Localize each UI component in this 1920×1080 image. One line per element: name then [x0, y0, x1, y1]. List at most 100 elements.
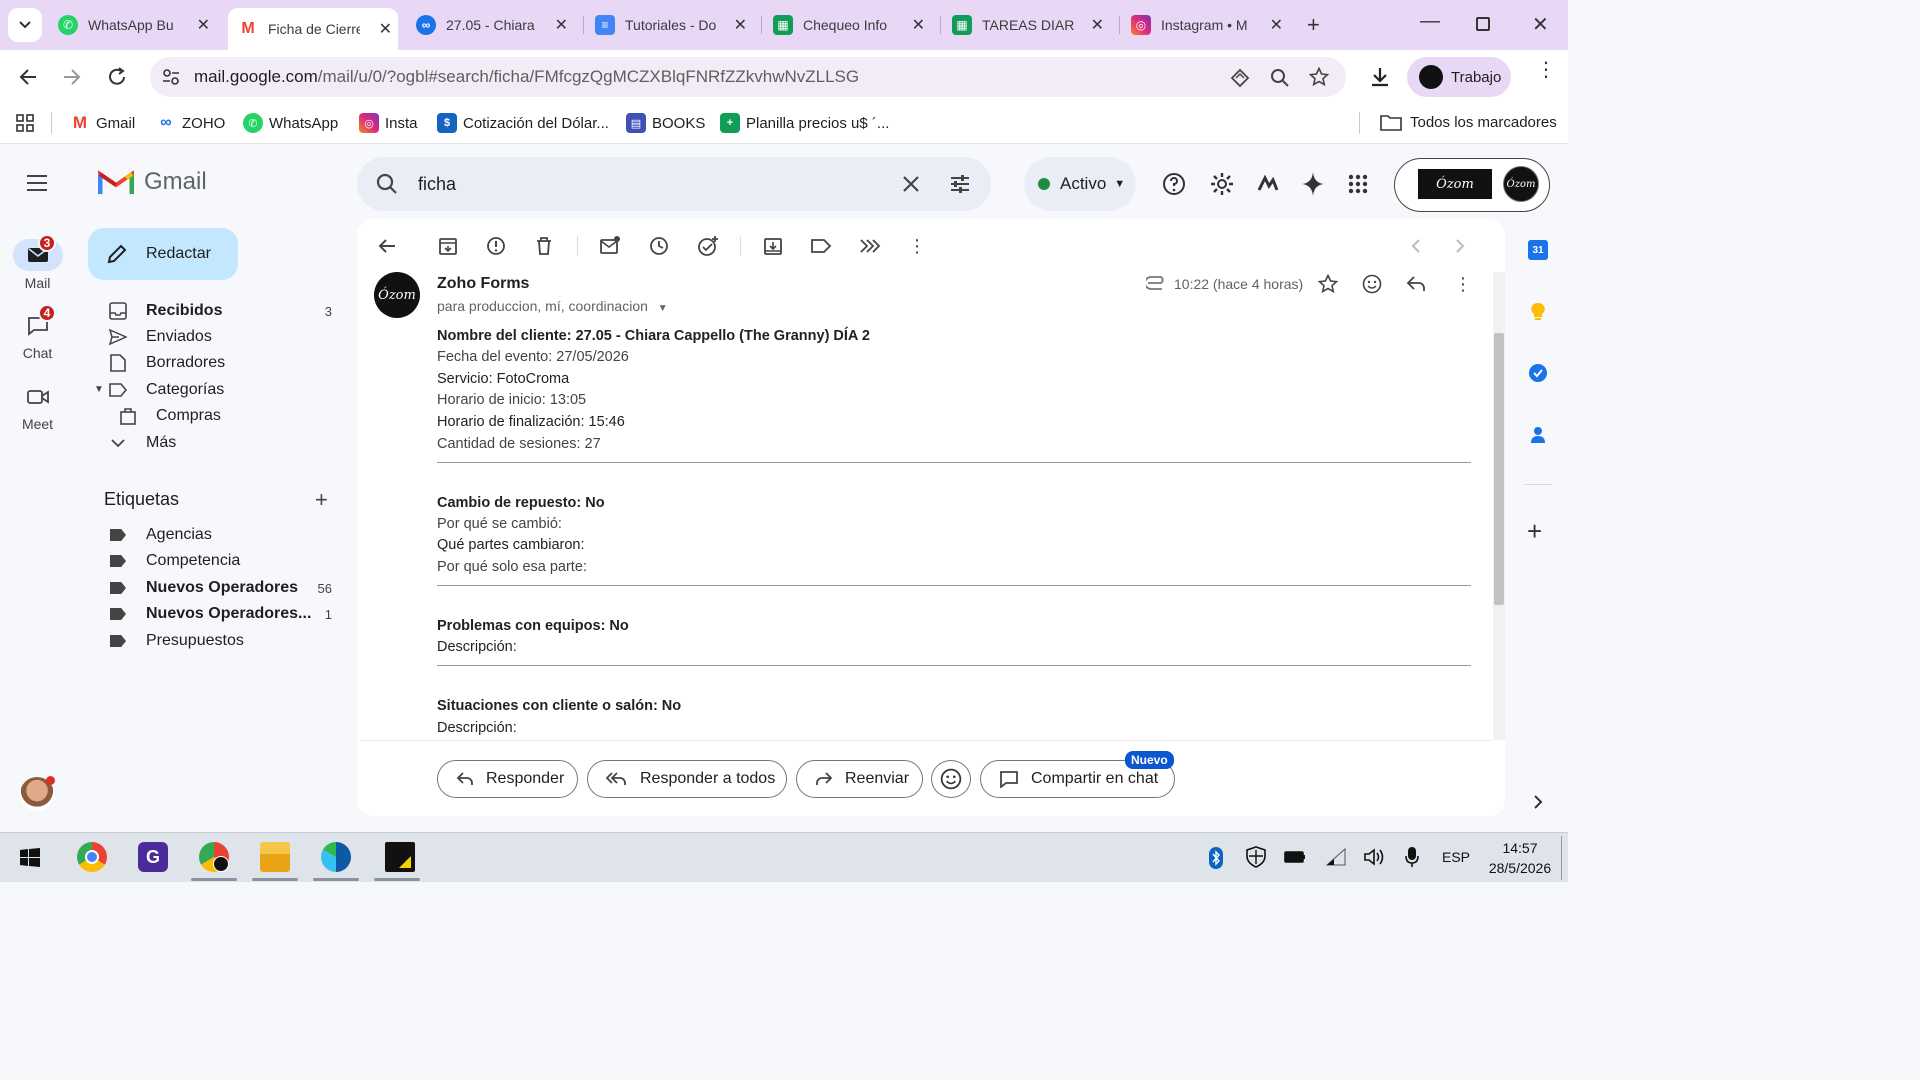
url-text[interactable]: mail.google.com/mail/u/0/?ogbl#search/fi… [194, 67, 859, 87]
reply-all-button[interactable]: Responder a todos [587, 760, 787, 798]
all-bookmarks-button[interactable]: Todos los marcadores [1380, 113, 1557, 131]
clear-search-icon[interactable] [902, 175, 920, 193]
close-window-button[interactable]: ✕ [1532, 12, 1549, 37]
minimize-button[interactable]: — [1420, 10, 1440, 33]
bookmark-zoho[interactable]: ∞ ZOHO [156, 113, 225, 133]
chevron-right-icon[interactable] [1453, 238, 1467, 254]
show-desktop-edge[interactable] [1561, 836, 1562, 880]
help-icon[interactable] [1162, 172, 1186, 196]
reply-icon[interactable] [1406, 275, 1426, 293]
forward-button[interactable]: Reenviar [796, 760, 923, 798]
keep-icon[interactable] [1528, 302, 1548, 322]
edge-icon[interactable] [321, 842, 351, 872]
bookmark-planilla[interactable]: + Planilla precios u$ ´... [720, 113, 889, 133]
search-input[interactable]: ficha [418, 174, 456, 195]
reload-icon[interactable] [106, 66, 128, 88]
nav-inbox[interactable]: Recibidos 3 [108, 302, 336, 320]
addons-icon[interactable] [1256, 172, 1280, 196]
battery-icon[interactable] [1284, 850, 1306, 864]
caret-down-icon[interactable]: ▼ [658, 303, 668, 314]
add-addon-icon[interactable]: + [1527, 518, 1542, 544]
profile-button[interactable]: Trabajo [1407, 57, 1511, 97]
label-nuevos-operadores[interactable]: Nuevos Operadores 56 [108, 579, 336, 597]
nav-drafts[interactable]: Borradores [108, 354, 336, 372]
tab-search-button[interactable] [8, 8, 42, 42]
snooze-clock-icon[interactable] [648, 235, 670, 257]
bookmark-cotizacion[interactable]: $ Cotización del Dólar... [437, 113, 609, 133]
meet-icon[interactable] [27, 388, 49, 406]
label-nuevos-operadores-2[interactable]: Nuevos Operadores... 1 [108, 605, 336, 623]
windows-start-icon[interactable] [19, 847, 41, 869]
security-shield-icon[interactable] [1245, 846, 1267, 868]
gemini-sparkle-icon[interactable] [1301, 171, 1325, 197]
filter-messages-icon[interactable] [859, 235, 881, 257]
contacts-icon[interactable] [1528, 425, 1548, 445]
volume-icon[interactable] [1363, 847, 1385, 867]
tasks-icon[interactable] [1528, 363, 1548, 383]
status-button[interactable]: Activo ▼ [1024, 157, 1136, 211]
trash-icon[interactable] [533, 235, 555, 257]
close-icon[interactable]: ✕ [197, 15, 210, 35]
bookmark-whatsapp[interactable]: ✆ WhatsApp [243, 113, 338, 133]
close-icon[interactable]: ✕ [1091, 15, 1104, 35]
sender-avatar[interactable]: Ózom [374, 272, 420, 318]
more-options-icon[interactable]: ⋮ [908, 236, 926, 257]
emoji-react-icon[interactable] [1362, 274, 1382, 294]
recipients-line[interactable]: para produccion, mí, coordinacion ▼ [437, 298, 668, 314]
nav-more[interactable]: Más [108, 434, 336, 452]
report-spam-icon[interactable] [485, 235, 507, 257]
back-arrow-icon[interactable] [18, 67, 38, 87]
chevron-left-icon[interactable] [1409, 238, 1423, 254]
bookmark-books[interactable]: ▤ BOOKS [626, 113, 705, 133]
nav-sent[interactable]: Enviados [108, 328, 336, 346]
bookmark-gmail[interactable]: M Gmail [70, 113, 135, 133]
close-icon[interactable]: ✕ [379, 19, 392, 39]
label-competencia[interactable]: Competencia [108, 552, 336, 570]
main-menu-icon[interactable] [26, 174, 48, 192]
input-language[interactable]: ESP [1442, 849, 1470, 865]
close-icon[interactable]: ✕ [1270, 15, 1283, 35]
bluetooth-icon[interactable] [1209, 847, 1223, 869]
forward-arrow-icon[interactable] [62, 67, 82, 87]
mark-unread-icon[interactable] [599, 235, 621, 257]
browser-tab[interactable]: ▦ TAREAS DIARI ✕ [952, 8, 1110, 42]
add-label-button[interactable]: + [315, 487, 328, 513]
apps-grid-icon[interactable] [15, 113, 35, 133]
browser-tab[interactable]: ▦ Chequeo Info ✕ [773, 8, 931, 42]
browser-tab[interactable]: ◎ Instagram • M ✕ [1131, 8, 1289, 42]
calendar-icon[interactable]: 31 [1528, 240, 1548, 260]
search-options-icon[interactable] [949, 173, 971, 195]
browser-menu-icon[interactable]: ⋮ [1536, 60, 1556, 80]
google-apps-icon[interactable] [1348, 174, 1368, 194]
file-explorer-icon[interactable] [260, 842, 290, 872]
star-icon[interactable] [1318, 274, 1338, 294]
back-arrow-icon[interactable] [376, 235, 398, 257]
nav-categories[interactable]: ▼ Categorías [94, 381, 336, 399]
wifi-icon[interactable] [1325, 848, 1347, 866]
label-presupuestos[interactable]: Presupuestos [108, 632, 336, 650]
new-tab-button[interactable]: + [1307, 12, 1320, 38]
bookmark-insta[interactable]: ◎ Insta [359, 113, 418, 133]
microphone-icon[interactable] [1405, 846, 1419, 868]
scrollbar-thumb[interactable] [1494, 333, 1504, 605]
account-avatar[interactable]: Ózom [1503, 166, 1539, 202]
restore-button[interactable] [1476, 17, 1490, 31]
site-settings-icon[interactable] [162, 68, 180, 86]
search-icon[interactable] [376, 173, 398, 195]
sender-name[interactable]: Zoho Forms [437, 275, 529, 293]
nav-purchases[interactable]: Compras [118, 407, 346, 425]
compose-button[interactable]: Redactar [88, 228, 238, 280]
move-to-icon[interactable] [762, 235, 784, 257]
download-icon[interactable] [1369, 66, 1391, 88]
chevron-right-icon[interactable] [1532, 794, 1544, 810]
archive-icon[interactable] [437, 235, 459, 257]
system-clock[interactable]: 14:57 28/5/2026 [1484, 838, 1556, 878]
close-icon[interactable]: ✕ [912, 15, 925, 35]
browser-tab[interactable]: ∞ 27.05 - Chiara ✕ [416, 8, 574, 42]
label-agencias[interactable]: Agencias [108, 526, 336, 544]
app-g-icon[interactable]: G [138, 842, 168, 872]
gmail-logo[interactable]: Gmail [98, 168, 207, 196]
label-outline-icon[interactable] [810, 235, 832, 257]
close-icon[interactable]: ✕ [555, 15, 568, 35]
browser-tab[interactable]: ✆ WhatsApp Bu ✕ [58, 8, 216, 42]
